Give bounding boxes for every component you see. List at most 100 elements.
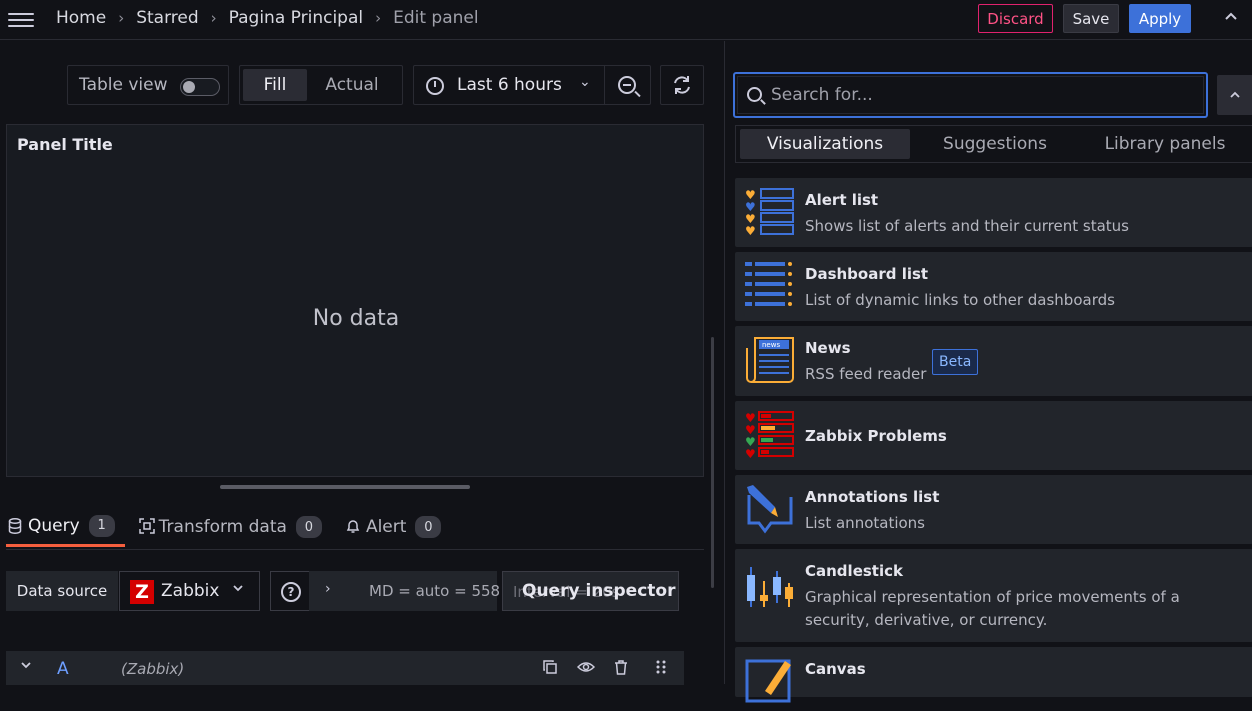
viz-item-candlestick[interactable]: Candlestick Graphical representation of … [735,549,1252,642]
tab-alert[interactable]: Alert 0 [344,507,451,547]
actual-option[interactable]: Actual [307,69,397,101]
table-view-toggle-group[interactable]: Table view [67,65,229,105]
viz-item-annotations-list[interactable]: Annotations list List annotations [735,475,1252,544]
resize-handle[interactable] [220,485,470,489]
trash-icon[interactable] [613,659,629,679]
visualization-picker: Visualizations Suggestions Library panel… [724,41,1252,703]
search-input[interactable] [771,80,1191,110]
divider [604,66,605,104]
table-view-switch[interactable] [180,78,220,96]
clock-icon [426,77,444,95]
tab-transform-label: Transform data [158,517,287,537]
tab-transform[interactable]: Transform data 0 [137,507,332,547]
table-view-label: Table view [79,75,168,95]
tab-query-label: Query [28,515,80,536]
tab-query-count: 1 [88,514,115,537]
viz-item-alert-list[interactable]: ♥ ♥ ♥ ♥ Alert list Shows list of alerts … [735,178,1252,247]
transform-icon [138,518,155,538]
breadcrumb-dashboard[interactable]: Pagina Principal [229,8,363,28]
zabbix-problems-icon: ♥ ♥ ♥ ♥ [745,409,795,461]
viz-item-zabbix-problems[interactable]: ♥ ♥ ♥ ♥ Zabbix Problems [735,401,1252,470]
viz-description: List of dynamic links to other dashboard… [805,291,1115,309]
viz-title: Zabbix Problems [805,427,947,445]
viz-title: Annotations list [805,488,940,506]
menu-icon[interactable] [8,10,34,30]
viz-title: Alert list [805,191,879,209]
tab-transform-count: 0 [295,516,322,538]
database-icon [8,518,22,538]
viz-item-news[interactable]: news News RSS feed reader Beta [735,326,1252,396]
chevron-right-icon: › [375,9,382,27]
query-row[interactable]: A (Zabbix) [6,651,684,685]
no-data-message: No data [312,306,400,331]
panel-title: Panel Title [17,135,113,154]
duplicate-icon[interactable] [542,659,558,679]
viz-description: Shows list of alerts and their current s… [805,217,1129,235]
search-box[interactable] [733,72,1208,118]
svg-text:♥: ♥ [745,447,756,461]
svg-text:♥: ♥ [745,224,756,238]
query-inspector-label: Query inspector [522,581,676,601]
breadcrumb-current: Edit panel [393,8,479,28]
zoom-out-icon[interactable] [618,76,636,94]
drag-handle-icon[interactable] [655,659,667,679]
help-button[interactable]: ? [270,571,310,611]
chevron-right-icon: › [118,9,125,27]
time-range-label: Last 6 hours [457,75,562,95]
apply-button[interactable]: Apply [1129,4,1191,33]
breadcrumb-starred[interactable]: Starred [136,8,198,28]
fill-actual-group: Fill Actual [239,65,403,105]
viz-tabs: Visualizations Suggestions Library panel… [735,125,1252,163]
bell-icon [346,518,360,538]
question-icon: ? [281,582,301,602]
time-range-picker[interactable]: Last 6 hours ⌄ [413,65,651,105]
discard-button[interactable]: Discard [978,4,1053,33]
data-source-label: Data source [6,571,118,611]
eye-icon[interactable] [576,659,596,679]
query-options[interactable]: › MD = auto = 558 [309,571,500,611]
refresh-icon [674,76,690,94]
chevron-right-icon: › [210,9,217,27]
tab-visualizations[interactable]: Visualizations [740,129,910,159]
chevron-down-icon[interactable] [20,659,32,675]
query-inspector-button[interactable]: Interval = 20s Query inspector [502,571,679,611]
top-bar: Home › Starred › Pagina Principal › Edit… [0,0,1252,40]
beta-badge: Beta [932,349,979,375]
candlestick-icon [745,567,795,619]
tab-library-panels[interactable]: Library panels [1080,129,1250,159]
chevron-up-icon [1230,91,1240,98]
collapse-button[interactable] [1217,75,1252,115]
viz-title: Candlestick [805,562,903,580]
viz-description: RSS feed reader [805,365,927,383]
refresh-button[interactable] [660,65,704,105]
chevron-down-icon: ⌄ [579,74,591,90]
viz-item-canvas[interactable]: Canvas [735,647,1252,703]
save-button[interactable]: Save [1063,4,1119,33]
query-ref-id[interactable]: A [57,659,69,679]
news-icon: news [745,334,795,386]
chevron-right-icon: › [325,581,331,597]
panel-preview: Panel Title No data [6,124,704,477]
query-datasource-name: (Zabbix) [121,660,185,678]
tab-query[interactable]: Query 1 [6,507,125,547]
tab-suggestions[interactable]: Suggestions [910,129,1080,159]
query-tabs: Query 1 Transform data 0 Alert 0 [6,507,451,548]
viz-description: Graphical representation of price moveme… [805,588,1180,629]
chevron-down-icon [232,582,244,598]
chevron-up-icon[interactable] [1223,9,1243,29]
data-source-name: Zabbix [161,581,220,601]
breadcrumb-home[interactable]: Home [56,8,106,28]
dashboard-list-icon [745,260,795,312]
scrollbar[interactable] [711,337,714,588]
fill-option[interactable]: Fill [243,69,307,101]
alert-list-icon: ♥ ♥ ♥ ♥ [745,186,795,238]
viz-title: Dashboard list [805,265,929,283]
data-source-picker[interactable]: Z Zabbix [119,571,260,611]
news-icon-text: news [762,341,780,349]
viz-item-dashboard-list[interactable]: Dashboard list List of dynamic links to … [735,252,1252,321]
search-icon [747,87,762,102]
tab-alert-label: Alert [365,517,407,537]
annotations-list-icon [745,483,795,535]
tab-alert-count: 0 [415,516,442,538]
query-editor: Data source Z Zabbix ? › MD = auto = 558… [6,549,704,685]
